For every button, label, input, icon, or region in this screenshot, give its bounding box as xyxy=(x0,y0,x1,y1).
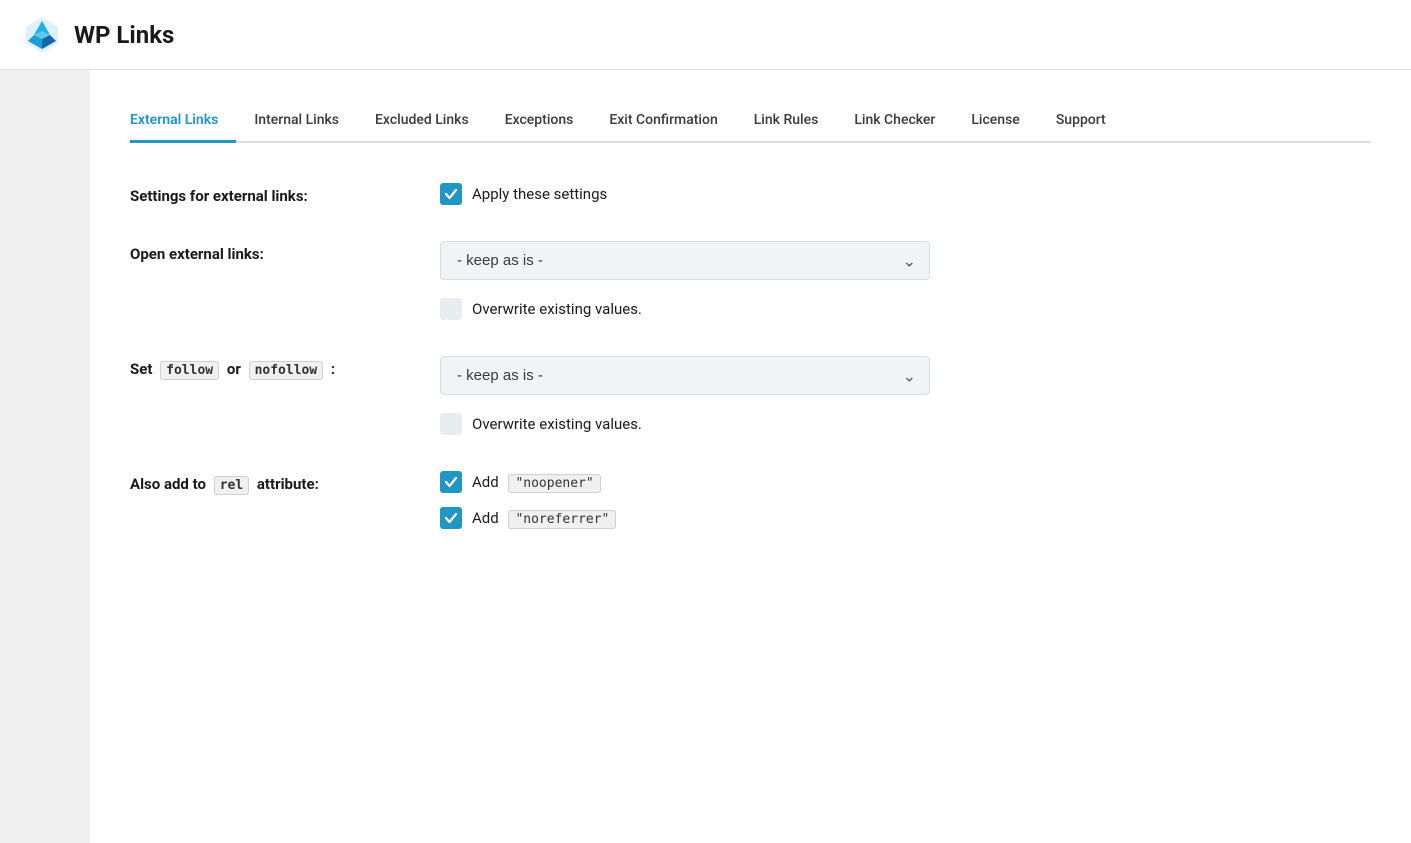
tab-internal-links[interactable]: Internal Links xyxy=(236,100,357,143)
logo: WP Links xyxy=(20,13,174,57)
noopener-code: "noopener" xyxy=(508,474,600,493)
tab-support[interactable]: Support xyxy=(1038,100,1124,143)
open-external-overwrite-checkbox[interactable] xyxy=(440,298,462,320)
settings-section: Settings for external links: Apply these… xyxy=(130,183,1371,529)
apply-settings-controls: Apply these settings xyxy=(440,183,607,205)
tab-excluded-links[interactable]: Excluded Links xyxy=(357,100,487,143)
follow-nofollow-overwrite-row: Overwrite existing values. xyxy=(440,413,930,435)
noreferrer-label: Add "noreferrer" xyxy=(472,509,616,527)
open-external-label: Open external links: xyxy=(130,241,420,263)
tab-external-links[interactable]: External Links xyxy=(130,100,236,143)
follow-nofollow-overwrite-label: Overwrite existing values. xyxy=(472,415,642,433)
follow-nofollow-select-wrapper: - keep as is - follow nofollow ⌄ xyxy=(440,356,930,395)
rel-attribute-controls: Add "noopener" Add "noreferrer" xyxy=(440,471,616,529)
wp-links-logo-icon xyxy=(20,13,64,57)
open-external-select-wrapper: - keep as is - Open in same tab Open in … xyxy=(440,241,930,280)
follow-nofollow-overwrite-checkbox[interactable] xyxy=(440,413,462,435)
main-container: External Links Internal Links Excluded L… xyxy=(0,70,1411,843)
follow-nofollow-prefix: Set xyxy=(130,360,152,378)
open-external-overwrite-label: Overwrite existing values. xyxy=(472,300,642,318)
content-area: External Links Internal Links Excluded L… xyxy=(90,70,1411,843)
follow-nofollow-suffix: : xyxy=(331,360,335,378)
rel-prefix: Also add to xyxy=(130,475,206,493)
tab-exceptions[interactable]: Exceptions xyxy=(487,100,592,143)
apply-settings-checkbox-row: Apply these settings xyxy=(440,183,607,205)
follow-code-tag: follow xyxy=(160,361,219,380)
apply-settings-row: Settings for external links: Apply these… xyxy=(130,183,1371,205)
rel-suffix: attribute: xyxy=(257,475,319,493)
open-external-row: Open external links: - keep as is - Open… xyxy=(130,241,1371,320)
rel-attribute-label: Also add to rel attribute: xyxy=(130,471,420,493)
rel-attribute-row: Also add to rel attribute: Add "noope xyxy=(130,471,1371,529)
tab-link-rules[interactable]: Link Rules xyxy=(736,100,837,143)
apply-settings-label: Settings for external links: xyxy=(130,183,420,205)
follow-nofollow-label: Set follow or nofollow : xyxy=(130,356,420,378)
noopener-label: Add "noopener" xyxy=(472,473,601,491)
follow-nofollow-select[interactable]: - keep as is - follow nofollow xyxy=(440,356,930,395)
tab-link-checker[interactable]: Link Checker xyxy=(836,100,953,143)
apply-settings-checkbox-label: Apply these settings xyxy=(472,185,607,203)
apply-settings-checkbox[interactable] xyxy=(440,183,462,205)
noopener-row: Add "noopener" xyxy=(440,471,616,493)
follow-nofollow-or: or xyxy=(227,360,241,378)
noreferrer-row: Add "noreferrer" xyxy=(440,507,616,529)
open-external-overwrite-row: Overwrite existing values. xyxy=(440,298,930,320)
nofollow-code-tag: nofollow xyxy=(249,361,324,380)
tab-exit-confirmation[interactable]: Exit Confirmation xyxy=(591,100,735,143)
follow-nofollow-row: Set follow or nofollow : - keep as is - … xyxy=(130,356,1371,435)
header: WP Links xyxy=(0,0,1411,70)
logo-text: WP Links xyxy=(74,21,174,49)
rel-code-tag: rel xyxy=(214,476,249,495)
noreferrer-code: "noreferrer" xyxy=(508,510,616,529)
tabs-bar: External Links Internal Links Excluded L… xyxy=(130,100,1371,143)
sidebar xyxy=(0,70,90,843)
follow-nofollow-controls: - keep as is - follow nofollow ⌄ Overwri… xyxy=(440,356,930,435)
noreferrer-checkbox[interactable] xyxy=(440,507,462,529)
open-external-controls: - keep as is - Open in same tab Open in … xyxy=(440,241,930,320)
noopener-checkbox[interactable] xyxy=(440,471,462,493)
open-external-select[interactable]: - keep as is - Open in same tab Open in … xyxy=(440,241,930,280)
tab-license[interactable]: License xyxy=(953,100,1037,143)
